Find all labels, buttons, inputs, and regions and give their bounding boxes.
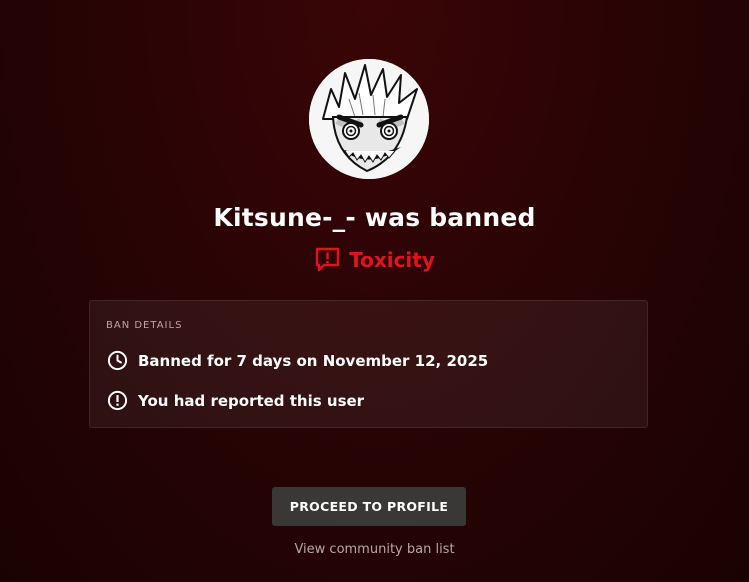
proceed-to-profile-button[interactable]: PROCEED TO PROFILE: [272, 487, 466, 526]
clock-icon: [107, 350, 128, 371]
view-ban-list-link[interactable]: View community ban list: [0, 542, 749, 557]
ban-details-panel: BAN DETAILS Banned for 7 days on Novembe…: [89, 300, 648, 428]
reported-user-row: You had reported this user: [107, 390, 364, 411]
alert-circle-icon: [107, 390, 128, 411]
user-avatar: [309, 59, 429, 179]
ban-reason-label: Toxicity: [349, 247, 435, 272]
ban-reason: Toxicity: [0, 246, 749, 273]
ban-notice-page: Kitsune-_- was banned Toxicity BAN DETAI…: [0, 0, 749, 582]
ban-duration-text: Banned for 7 days on November 12, 2025: [138, 351, 489, 370]
reported-user-text: You had reported this user: [138, 391, 365, 410]
ban-title: Kitsune-_- was banned: [213, 203, 536, 232]
ban-details-heading: BAN DETAILS: [106, 320, 183, 331]
report-flag-icon: [314, 246, 341, 273]
anime-character-avatar: [309, 59, 429, 179]
ban-duration-row: Banned for 7 days on November 12, 2025: [107, 350, 488, 371]
